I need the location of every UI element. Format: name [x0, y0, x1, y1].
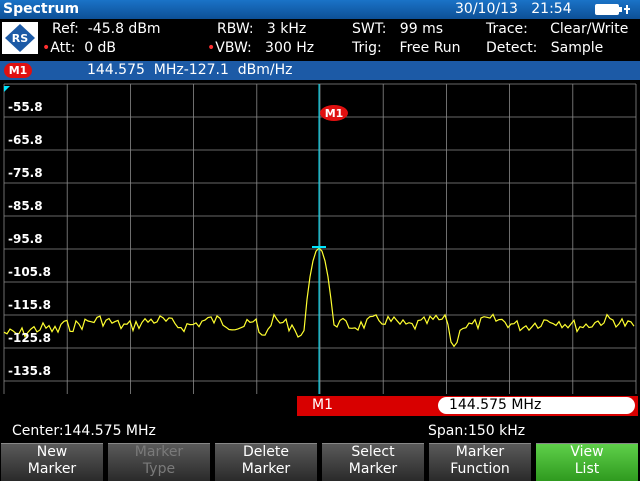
- marker-flag-label: M1: [325, 107, 344, 120]
- vbw[interactable]: •VBW: 300 Hz: [207, 40, 314, 56]
- y-tick-label: -105.8: [8, 265, 51, 279]
- marker-function-softkey[interactable]: Marker Function: [429, 443, 531, 481]
- delete-marker-softkey[interactable]: Delete Marker: [215, 443, 317, 481]
- sweep-time[interactable]: SWT: 99 ms: [352, 21, 443, 37]
- softkey-line1: New: [36, 444, 68, 460]
- datetime: 30/10/13 21:54: [455, 1, 572, 17]
- span[interactable]: Span:150 kHz: [428, 423, 525, 439]
- att-text: Att: 0 dB: [50, 40, 117, 56]
- softkey-line1: Select: [351, 444, 395, 460]
- svg-text:RS: RS: [12, 32, 28, 45]
- ref-level[interactable]: Ref: -45.8 dBm: [52, 21, 161, 37]
- battery-icon: [595, 4, 630, 15]
- y-tick-label: -115.8: [8, 298, 51, 312]
- rohde-schwarz-logo: RS: [2, 22, 38, 54]
- y-tick-label: -55.8: [8, 100, 43, 114]
- y-tick-label: -125.8: [8, 331, 51, 345]
- vbw-text: VBW: 300 Hz: [215, 40, 315, 56]
- softkey-line1: View: [570, 444, 604, 460]
- marker-badge[interactable]: M1: [4, 63, 32, 78]
- softkey-line1: Delete: [243, 444, 289, 460]
- marker-readout: 144.575 MHz-127.1 dBm/Hz: [87, 62, 293, 78]
- y-tick-label: -95.8: [8, 232, 43, 246]
- select-marker-softkey[interactable]: Select Marker: [322, 443, 424, 481]
- softkey-line2: Type: [142, 461, 176, 477]
- y-tick-label: -65.8: [8, 133, 43, 147]
- marker-result-label: M1: [312, 397, 333, 413]
- center-frequency[interactable]: Center:144.575 MHz: [12, 423, 156, 439]
- corner-indicator: [4, 86, 10, 92]
- new-marker-softkey[interactable]: New Marker: [1, 443, 103, 481]
- rbw[interactable]: RBW: 3 kHz: [217, 21, 306, 37]
- time-text: 21:54: [531, 1, 572, 17]
- attenuation[interactable]: •Att: 0 dB: [42, 40, 116, 56]
- softkey-line2: Marker: [241, 461, 291, 477]
- spectrum-plot[interactable]: M1: [0, 82, 640, 422]
- y-tick-label: -75.8: [8, 166, 43, 180]
- softkey-bar: New Marker Marker Type Delete Marker Select Mar…: [0, 442, 640, 481]
- softkey-line2: List: [574, 461, 600, 477]
- detector[interactable]: Detect: Sample: [486, 40, 603, 56]
- trace-mode[interactable]: Trace: Clear/Write: [486, 21, 628, 37]
- trigger[interactable]: Trig: Free Run: [352, 40, 461, 56]
- marker-type-softkey[interactable]: Marker Type: [108, 443, 210, 481]
- softkey-line2: Function: [450, 461, 510, 477]
- y-tick-label: -85.8: [8, 199, 43, 213]
- marker-flag: M1: [320, 105, 348, 121]
- softkey-line1: Marker: [134, 444, 184, 460]
- y-tick-label: -135.8: [8, 364, 51, 378]
- plot-grid: [3, 83, 637, 394]
- softkey-line2: Marker: [348, 461, 398, 477]
- mode-title: Spectrum: [3, 1, 80, 17]
- view-list-softkey[interactable]: View List: [536, 443, 638, 481]
- softkey-line1: Marker: [455, 444, 505, 460]
- softkey-line2: Marker: [27, 461, 77, 477]
- marker-frequency-value: 144.575 MHz: [449, 397, 542, 413]
- date-text: 30/10/13: [455, 1, 518, 17]
